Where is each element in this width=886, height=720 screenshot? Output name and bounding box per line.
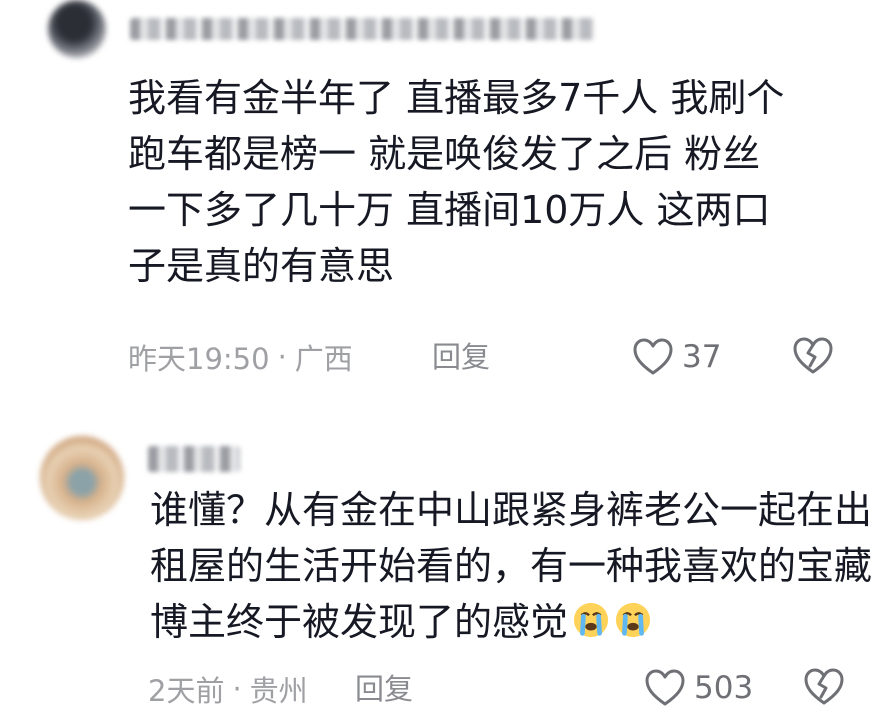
comment-text-line: 租屋的生活开始看的，有一种我喜欢的宝藏 (150, 544, 873, 588)
comment-text: 谁懂？从有金在中山跟紧身裤老公一起在出 租屋的生活开始看的，有一种我喜欢的宝藏 … (150, 482, 872, 650)
comment-text-line: 子是真的有意思 (128, 244, 395, 288)
like-count: 503 (694, 670, 754, 706)
comment-text-line: 跑车都是榜一 就是唤俊发了之后 粉丝 (128, 132, 761, 176)
comment-time: 昨天19:50 (128, 342, 270, 376)
meta-separator: · (232, 672, 242, 706)
username-blurred[interactable] (130, 18, 595, 40)
avatar[interactable] (48, 0, 106, 58)
like-button[interactable]: 503 (644, 665, 753, 711)
crying-face-emoji (615, 602, 651, 638)
comment-text-line: 我看有金半年了 直播最多7千人 我刷个 (128, 76, 785, 120)
broken-heart-icon (804, 668, 844, 705)
comment-time: 2天前 (148, 674, 225, 708)
comment-text: 我看有金半年了 直播最多7千人 我刷个 跑车都是榜一 就是唤俊发了之后 粉丝 一… (128, 70, 784, 294)
comment-location: 贵州 (249, 674, 308, 708)
meta-separator: · (277, 340, 287, 374)
comment-text-line: 谁懂？从有金在中山跟紧身裤老公一起在出 (150, 488, 873, 532)
dislike-button[interactable] (803, 667, 845, 711)
comment-location: 广西 (294, 342, 353, 376)
avatar[interactable] (40, 436, 124, 520)
crying-face-emoji (573, 602, 609, 638)
comment-text-line: 一下多了几十万 直播间10万人 这两口 (128, 188, 771, 232)
like-count: 37 (682, 339, 722, 375)
reply-button[interactable]: 回复 (355, 667, 413, 711)
reply-button[interactable]: 回复 (432, 335, 490, 379)
like-button[interactable]: 37 (632, 334, 721, 380)
heart-outline-icon (645, 669, 685, 706)
comment-text-line: 博主终于被发现了的感觉 (150, 600, 569, 644)
comment-meta: 昨天19:50 · 广西 (128, 335, 353, 379)
heart-outline-icon (633, 338, 673, 375)
broken-heart-icon (793, 337, 833, 374)
dislike-button[interactable] (792, 336, 834, 380)
comment-meta: 2天前 · 贵州 (148, 667, 308, 711)
username-blurred[interactable] (148, 446, 240, 472)
